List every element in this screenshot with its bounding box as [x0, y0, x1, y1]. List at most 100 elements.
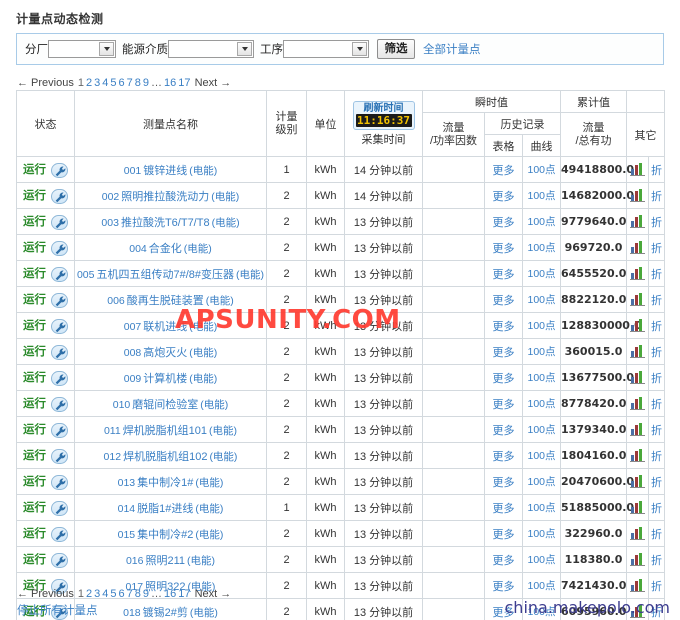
cell-chart[interactable]: [626, 156, 650, 183]
cell-history-table[interactable]: 更多: [484, 286, 523, 313]
cell-chart[interactable]: [626, 468, 650, 495]
cell-fold[interactable]: 折: [648, 390, 666, 417]
more-link[interactable]: 更多: [493, 555, 515, 567]
cell-history-curve[interactable]: 100点: [521, 260, 562, 287]
more-link[interactable]: 更多: [493, 399, 515, 411]
cell-history-curve[interactable]: 100点: [521, 234, 562, 261]
cell-fold[interactable]: 折: [648, 338, 666, 365]
cell-point-name[interactable]: 011 焊机脱脂机组101 (电能): [74, 416, 267, 443]
cell-point-name[interactable]: 003 推拉酸洗T6/T7/T8 (电能): [74, 208, 267, 235]
filter-select-branch[interactable]: [48, 40, 116, 58]
cell-history-curve[interactable]: 100点: [521, 182, 562, 209]
points-link[interactable]: 100点: [527, 346, 555, 358]
point-name-link[interactable]: 镀锌进线: [143, 165, 187, 177]
bar-chart-icon[interactable]: [630, 293, 646, 306]
pagination-page-1[interactable]: 1: [78, 588, 84, 600]
point-name-link[interactable]: 焊机脱脂机组101: [123, 425, 207, 437]
cell-chart[interactable]: [626, 182, 650, 209]
bar-chart-icon[interactable]: [630, 397, 646, 410]
cell-fold[interactable]: 折: [648, 520, 666, 547]
chevron-down-icon[interactable]: [237, 42, 252, 56]
pagination-page-7[interactable]: 7: [127, 77, 133, 89]
more-link[interactable]: 更多: [493, 269, 515, 281]
cell-fold[interactable]: 折: [648, 286, 666, 313]
point-name-link[interactable]: 推拉酸洗T6/T7/T8: [121, 217, 210, 229]
chevron-down-icon[interactable]: [99, 42, 114, 56]
more-link[interactable]: 更多: [493, 477, 515, 489]
cell-chart[interactable]: [626, 442, 650, 469]
bar-chart-icon[interactable]: [630, 319, 646, 332]
pagination-page-17[interactable]: 17: [178, 77, 190, 89]
cell-chart[interactable]: [626, 286, 650, 313]
cell-history-table[interactable]: 更多: [484, 572, 523, 599]
cell-point-name[interactable]: 002 照明推拉酸洗动力 (电能): [74, 182, 267, 209]
cell-history-table[interactable]: 更多: [484, 494, 523, 521]
cell-fold[interactable]: 折: [648, 468, 666, 495]
more-link[interactable]: 更多: [493, 217, 515, 229]
bar-chart-icon[interactable]: [630, 527, 646, 540]
fold-link[interactable]: 折: [651, 425, 662, 437]
cell-chart[interactable]: [626, 338, 650, 365]
pagination-page-2[interactable]: 2: [86, 588, 92, 600]
cell-point-name[interactable]: 005 五机四五组传动7#/8#变压器 (电能): [74, 260, 267, 287]
cell-chart[interactable]: [626, 572, 650, 599]
cell-point-name[interactable]: 014 脱脂1#进线 (电能): [74, 494, 267, 521]
wrench-icon[interactable]: [51, 214, 68, 230]
more-link[interactable]: 更多: [493, 529, 515, 541]
pagination-prev[interactable]: ← Previous: [17, 588, 74, 600]
cell-fold[interactable]: 折: [648, 260, 666, 287]
stop-all-points-link[interactable]: 停止所有计量点: [17, 602, 98, 618]
cell-history-table[interactable]: 更多: [484, 390, 523, 417]
cell-history-curve[interactable]: 100点: [521, 468, 562, 495]
cell-chart[interactable]: [626, 208, 650, 235]
cell-history-curve[interactable]: 100点: [521, 208, 562, 235]
cell-point-name[interactable]: 012 焊机脱脂机组102 (电能): [74, 442, 267, 469]
bar-chart-icon[interactable]: [630, 449, 646, 462]
pagination-page-1[interactable]: 1: [78, 77, 84, 89]
more-link[interactable]: 更多: [493, 321, 515, 333]
points-link[interactable]: 100点: [527, 216, 555, 228]
bar-chart-icon[interactable]: [630, 579, 646, 592]
point-name-link[interactable]: 合金化: [149, 243, 182, 255]
more-link[interactable]: 更多: [493, 191, 515, 203]
more-link[interactable]: 更多: [493, 581, 515, 593]
pagination-page-8[interactable]: 8: [135, 77, 141, 89]
fold-link[interactable]: 折: [651, 555, 662, 567]
cell-fold[interactable]: 折: [648, 442, 666, 469]
bar-chart-icon[interactable]: [630, 371, 646, 384]
cell-history-curve[interactable]: 100点: [521, 494, 562, 521]
cell-history-table[interactable]: 更多: [484, 156, 523, 183]
bar-chart-icon[interactable]: [630, 475, 646, 488]
cell-fold[interactable]: 折: [648, 364, 666, 391]
wrench-icon[interactable]: [51, 188, 68, 204]
cell-point-name[interactable]: 016 照明211 (电能): [74, 546, 267, 573]
point-name-link[interactable]: 联机进线: [143, 321, 187, 333]
cell-point-name[interactable]: 009 计算机楼 (电能): [74, 364, 267, 391]
cell-fold[interactable]: 折: [648, 572, 666, 599]
pagination-prev[interactable]: ← Previous: [17, 77, 74, 89]
wrench-icon[interactable]: [51, 240, 68, 256]
cell-point-name[interactable]: 007 联机进线 (电能): [74, 312, 267, 339]
cell-history-curve[interactable]: 100点: [521, 416, 562, 443]
more-link[interactable]: 更多: [493, 451, 515, 463]
pagination-next[interactable]: Next →: [195, 588, 232, 600]
points-link[interactable]: 100点: [527, 476, 555, 488]
pagination-page-6[interactable]: 6: [119, 77, 125, 89]
cell-history-table[interactable]: 更多: [484, 546, 523, 573]
cell-point-name[interactable]: 015 集中制冷#2 (电能): [74, 520, 267, 547]
points-link[interactable]: 100点: [527, 424, 555, 436]
points-link[interactable]: 100点: [527, 294, 555, 306]
more-link[interactable]: 更多: [493, 425, 515, 437]
cell-history-curve[interactable]: 100点: [521, 338, 562, 365]
points-link[interactable]: 100点: [527, 580, 555, 592]
cell-point-name[interactable]: 018 镀锡2#剪 (电能): [74, 598, 267, 620]
cell-history-curve[interactable]: 100点: [521, 286, 562, 313]
cell-history-table[interactable]: 更多: [484, 520, 523, 547]
cell-history-curve[interactable]: 100点: [521, 572, 562, 599]
cell-history-table[interactable]: 更多: [484, 234, 523, 261]
cell-history-curve[interactable]: 100点: [521, 390, 562, 417]
cell-point-name[interactable]: 001 镀锌进线 (电能): [74, 156, 267, 183]
pagination-page-3[interactable]: 3: [94, 588, 100, 600]
points-link[interactable]: 100点: [527, 502, 555, 514]
cell-chart[interactable]: [626, 234, 650, 261]
